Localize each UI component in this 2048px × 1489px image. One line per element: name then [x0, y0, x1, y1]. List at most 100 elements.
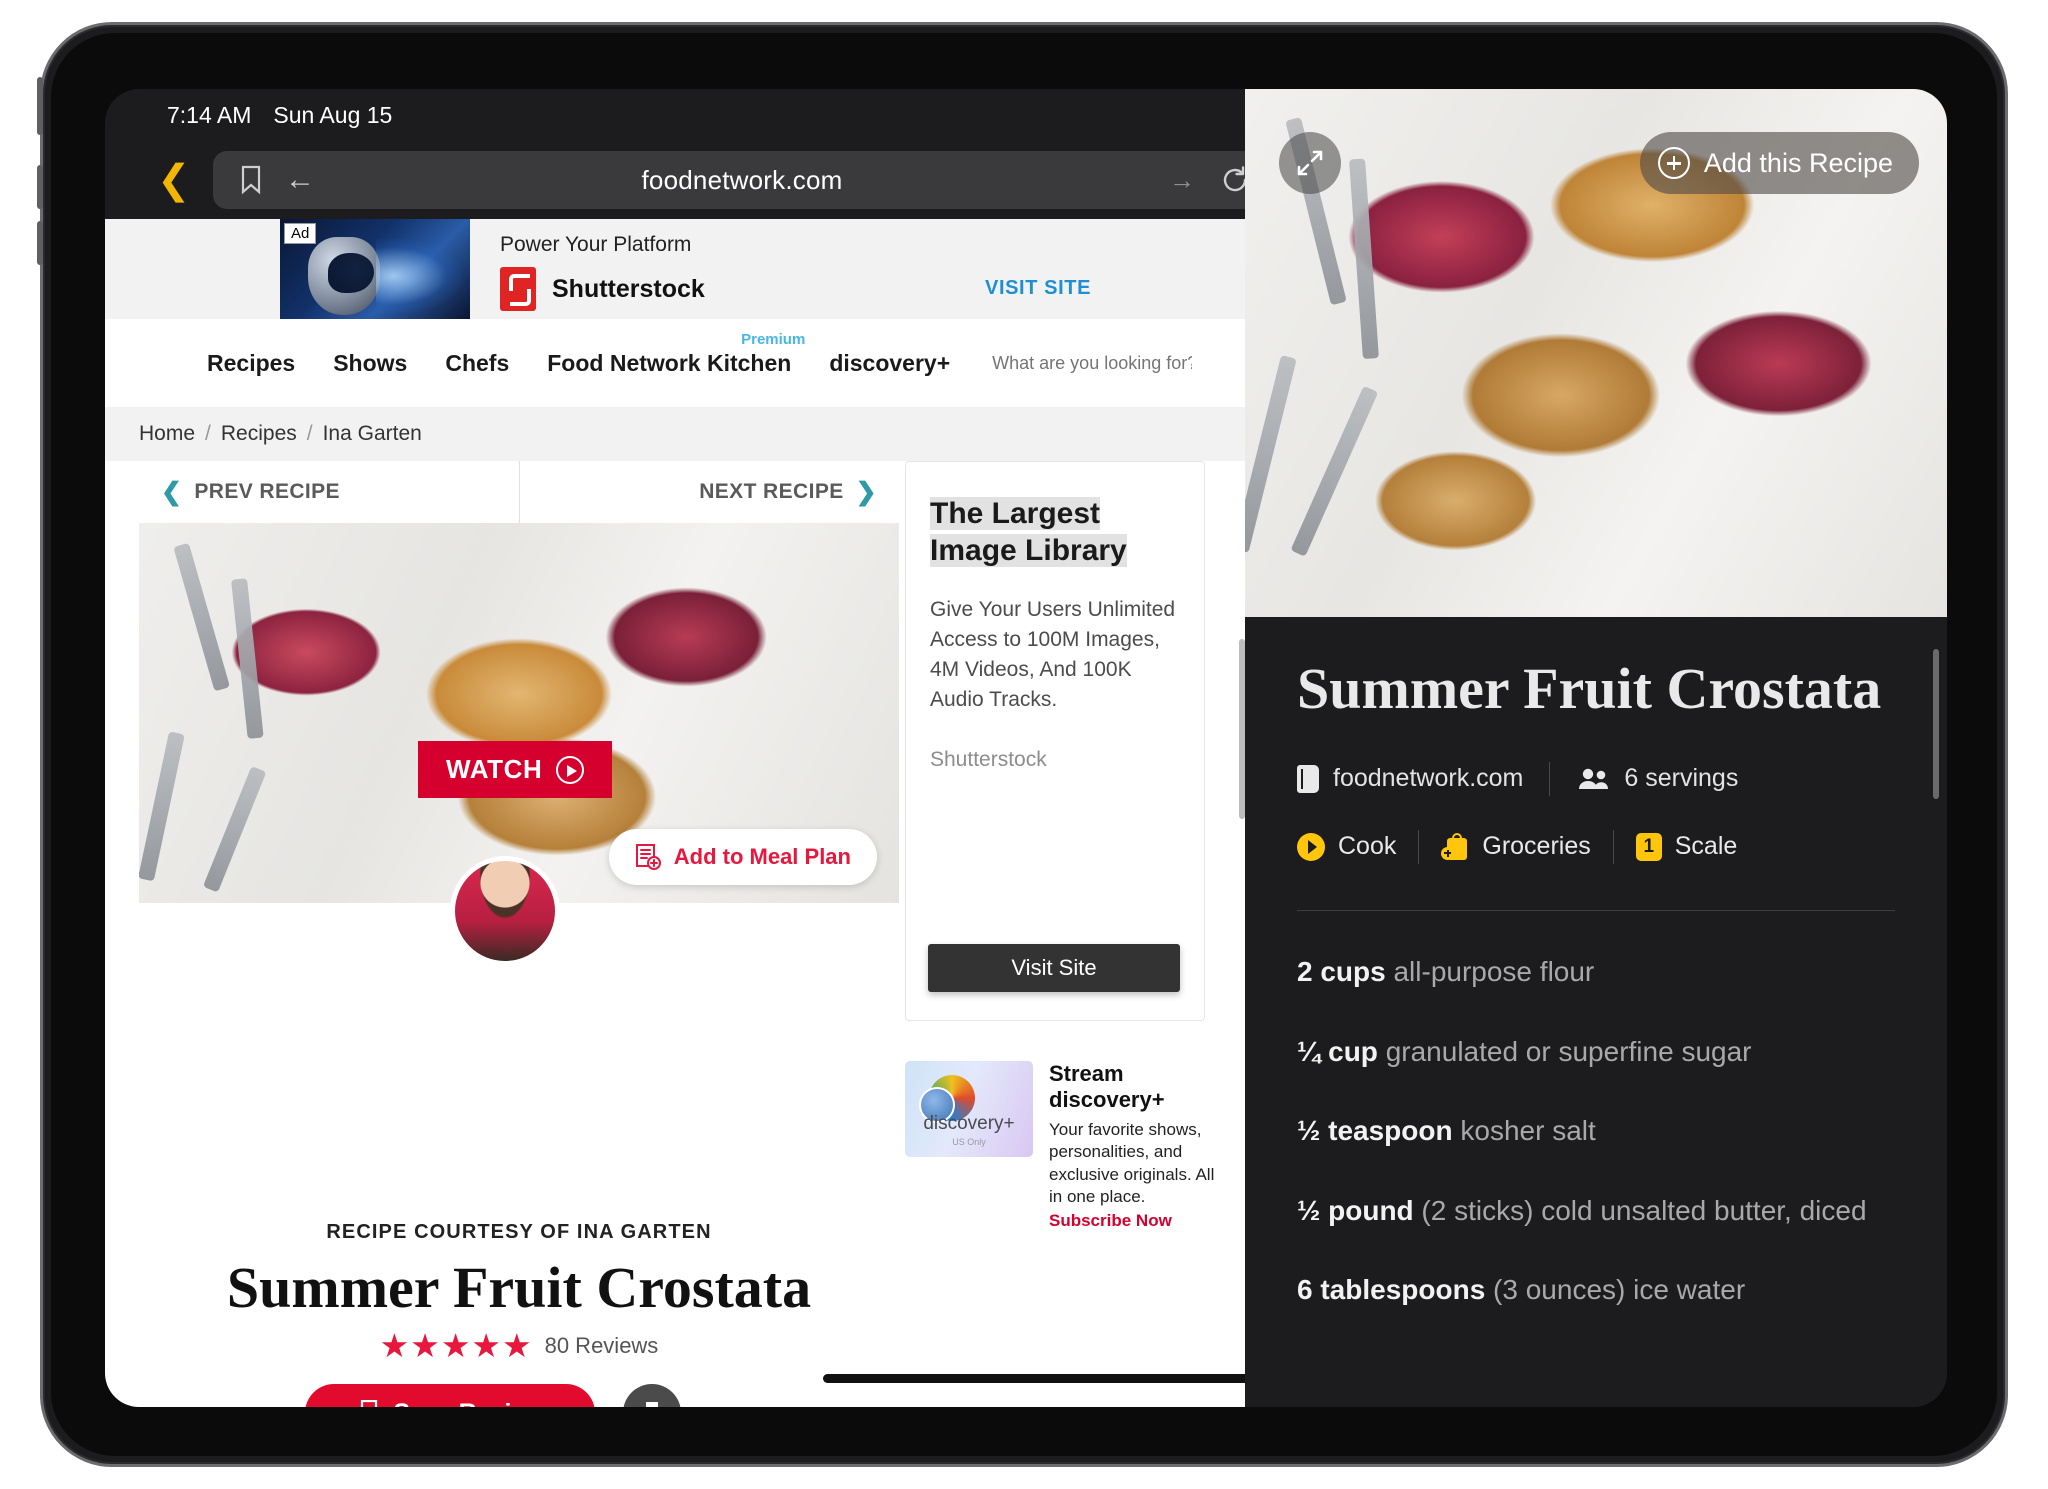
action-divider: [1418, 829, 1420, 864]
app-servings: 6 servings: [1576, 764, 1738, 793]
save-recipe-button[interactable]: Save Recipe: [305, 1384, 595, 1407]
list-item[interactable]: 6 tablespoons (3 ounces) ice water: [1297, 1273, 1895, 1307]
volume-down-button[interactable]: [37, 221, 43, 265]
sidebar-back-chevron-icon[interactable]: ❮: [157, 160, 191, 200]
list-item[interactable]: ¼ cup granulated or superfine sugar: [1297, 1035, 1895, 1069]
prev-recipe-button[interactable]: ❮ PREV RECIPE: [139, 461, 520, 523]
ad-visit-site-link[interactable]: VISIT SITE: [985, 277, 1091, 300]
search-input[interactable]: [992, 352, 1193, 374]
ingredients-list: 2 cups all-purpose flour ¼ cup granulate…: [1297, 955, 1895, 1307]
app-action-row: Cook Groceries 1 Scale: [1297, 829, 1895, 864]
breadcrumb-separator: /: [306, 422, 313, 445]
breadcrumb-item-home[interactable]: Home: [139, 422, 195, 446]
scale-label: Scale: [1674, 832, 1738, 861]
meal-plan-label: Add to Meal Plan: [673, 844, 851, 869]
breadcrumb-item-ina-garten[interactable]: Ina Garten: [323, 422, 422, 446]
shutterstock-sidebar-ad[interactable]: The Largest Image Library Give Your User…: [905, 461, 1205, 1021]
bookmark-icon[interactable]: [239, 165, 263, 195]
groceries-label: Groceries: [1482, 832, 1591, 861]
nav-link-chefs[interactable]: Chefs: [445, 350, 509, 377]
page-back-arrow-icon[interactable]: ←: [285, 163, 315, 197]
add-to-meal-plan-button[interactable]: Add to Meal Plan: [608, 829, 877, 885]
discovery-plus-promo[interactable]: discovery+ US Only Stream discovery+ You…: [905, 1061, 1215, 1231]
rating-row: ★★★★★ 80 Reviews: [139, 1326, 899, 1365]
ad-badge-label: Ad: [284, 223, 317, 244]
discovery-plus-text: Stream discovery+ Your favorite shows, p…: [1049, 1061, 1215, 1231]
recipe-courtesy-label: RECIPE COURTESY OF INA GARTEN: [326, 1221, 712, 1243]
volume-up-button[interactable]: [37, 165, 43, 209]
cook-action-button[interactable]: Cook: [1297, 832, 1396, 861]
play-icon: [556, 755, 585, 784]
recipe-pager: ❮ PREV RECIPE NEXT RECIPE ❯: [139, 461, 899, 523]
meal-plan-icon: [635, 844, 661, 870]
breadcrumb-item-recipes[interactable]: Recipes: [221, 422, 297, 446]
ad-brand-row: Shutterstock: [500, 267, 705, 311]
add-this-recipe-label: Add this Recipe: [1703, 147, 1893, 178]
next-recipe-label: NEXT RECIPE: [699, 480, 844, 503]
power-button[interactable]: [37, 77, 43, 135]
printer-icon: [646, 1402, 658, 1407]
headline-line-1: The Largest: [930, 497, 1101, 530]
chevron-right-icon: ❯: [855, 478, 877, 506]
book-icon: [1297, 764, 1319, 793]
people-icon: [1579, 768, 1609, 789]
list-item[interactable]: ½ pound (2 sticks) cold unsalted butter,…: [1297, 1194, 1895, 1228]
add-this-recipe-button[interactable]: Add this Recipe: [1639, 132, 1919, 194]
groceries-action-button[interactable]: Groceries: [1441, 832, 1591, 861]
star-rating[interactable]: ★★★★★: [380, 1326, 533, 1365]
recipe-hero-image[interactable]: WATCH Add to Meal Plan: [139, 523, 899, 903]
plus-circle-icon: [1657, 147, 1690, 179]
scroll-indicator[interactable]: [823, 1374, 1275, 1383]
app-source[interactable]: foodnetwork.com: [1297, 764, 1523, 793]
page-sidebar: The Largest Image Library Give Your User…: [905, 461, 1214, 1231]
headline-line-2: Image Library: [930, 533, 1127, 567]
ipad-device-frame: 7:14 AM Sun Aug 15 85% ❮: [37, 22, 2008, 1467]
breadcrumb-separator: /: [205, 422, 211, 445]
list-item[interactable]: ½ teaspoon kosher salt: [1297, 1114, 1895, 1148]
forward-arrow-icon[interactable]: →: [1169, 165, 1195, 196]
cook-label: Cook: [1338, 832, 1397, 861]
nav-link-recipes[interactable]: Recipes: [207, 350, 295, 377]
review-count[interactable]: 80 Reviews: [545, 1333, 659, 1359]
ad-headline: Power Your Platform: [500, 233, 692, 256]
app-panel-scrollbar[interactable]: [1933, 649, 1939, 799]
recipe-app-panel: Add this Recipe Summer Fruit Crostata fo…: [1245, 89, 1947, 1407]
webpage-viewport[interactable]: Ad Power Your Platform Shutterstock VISI…: [105, 219, 1245, 1407]
address-bar[interactable]: ← foodnetwork.com →: [213, 151, 1273, 209]
top-banner-ad[interactable]: Ad Power Your Platform Shutterstock VISI…: [105, 219, 1245, 319]
url-text[interactable]: foodnetwork.com: [315, 165, 1169, 196]
meta-divider: [1549, 761, 1551, 796]
app-recipe-content: Summer Fruit Crostata foodnetwork.com 6 …: [1245, 617, 1947, 1407]
page-title: Summer Fruit Crostata: [226, 1255, 812, 1320]
scale-action-button[interactable]: 1 Scale: [1635, 832, 1738, 861]
next-recipe-button[interactable]: NEXT RECIPE ❯: [520, 461, 900, 523]
grocery-bag-icon: [1441, 832, 1469, 861]
sidebar-ad-headline: The Largest Image Library: [930, 496, 1180, 569]
nav-link-shows[interactable]: Shows: [333, 350, 407, 377]
print-button[interactable]: [623, 1384, 681, 1407]
sidebar-ad-visit-site-button[interactable]: Visit Site: [928, 944, 1180, 992]
premium-badge: Premium: [741, 330, 806, 348]
nav-link-discovery-plus[interactable]: discovery+: [829, 350, 950, 377]
safari-toolbar: ❮ ← foodnetwork.com →: [105, 141, 1330, 219]
subscribe-now-link[interactable]: Subscribe Now: [1049, 1211, 1215, 1231]
expand-button[interactable]: [1279, 132, 1341, 194]
chef-avatar[interactable]: [450, 856, 560, 966]
discovery-plus-logo-image: discovery+ US Only: [905, 1061, 1033, 1157]
sidebar-ad-brand: Shutterstock: [930, 748, 1047, 772]
nav-link-food-network-kitchen[interactable]: Food Network Kitchen Premium: [547, 331, 805, 377]
prev-recipe-label: PREV RECIPE: [194, 480, 340, 503]
site-navigation-bar: food network Recipes Shows Chefs Food Ne…: [105, 319, 1193, 407]
scale-icon: 1: [1635, 832, 1662, 861]
shutterstock-logo-icon: [500, 267, 536, 311]
status-date: Sun Aug 15: [273, 102, 393, 128]
list-item[interactable]: 2 cups all-purpose flour: [1297, 955, 1895, 989]
ad-creative-image[interactable]: Ad: [280, 219, 470, 319]
discovery-plus-description: Your favorite shows, personalities, and …: [1049, 1120, 1215, 1207]
app-recipe-meta: foodnetwork.com 6 servings: [1297, 761, 1895, 796]
status-time: 7:14 AM: [167, 102, 252, 128]
app-hero-image: Add this Recipe: [1245, 89, 1947, 617]
watch-video-button[interactable]: WATCH: [418, 741, 613, 798]
action-divider: [1612, 829, 1614, 864]
discovery-plus-wordmark: discovery+: [923, 1113, 1015, 1134]
